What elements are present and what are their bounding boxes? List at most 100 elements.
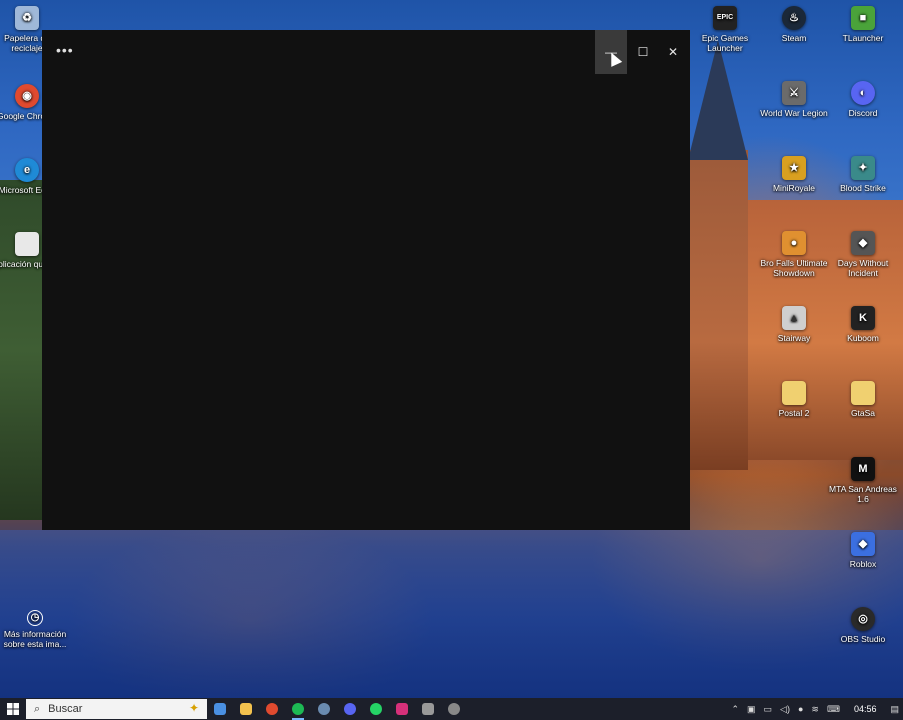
desktop-icon-gtasa[interactable]: GtaSa [828,381,898,418]
taskbar-spotify[interactable] [285,698,311,720]
desktop-icon-tlauncher[interactable]: ■ TLauncher [828,6,898,43]
discord-icon: ◐ [851,81,875,105]
wallpaper-water [0,530,903,698]
desktop-icon-obs-studio[interactable]: ◎ OBS Studio [828,607,898,644]
edge-icon: e [15,158,39,182]
recycle-bin-icon: ♻ [15,6,39,30]
desktop-icon-label: Kuboom [847,333,879,343]
kuboom-icon: K [851,306,875,330]
taskbar-search-box[interactable]: ⌕ Buscar ✦ [26,699,207,719]
tlauncher-icon: ■ [851,6,875,30]
taskbar-instagram[interactable] [389,698,415,720]
windows-logo-icon [7,703,19,715]
steam-icon [318,703,330,715]
stairway-icon: ▲ [782,306,806,330]
wallpaper-tower [688,150,748,470]
taskbar-obs[interactable] [441,698,467,720]
file-icon [782,381,806,405]
chevron-up-icon[interactable]: ⌃ [731,704,739,715]
desktop-icon-label: Stairway [777,333,811,343]
desktop-icon-roblox[interactable]: ◆ Roblox [828,532,898,569]
network-icon[interactable]: ▣ [747,704,756,715]
desktop-icon-label: MTA San Andreas 1.6 [829,484,897,504]
microphone-icon[interactable]: ● [798,704,803,714]
taskbar-whatsapp[interactable] [363,698,389,720]
blank-file-icon [15,232,39,256]
chrome-icon [266,703,278,715]
obs-icon [448,703,460,715]
desktop-icon-world-war-legion[interactable]: ⚔ World War Legion [759,81,829,118]
taskbar-discord[interactable] [337,698,363,720]
desktop-icon-label: Steam [781,33,807,43]
desktop-icon-label: Postal 2 [778,408,810,418]
desktop-icon-days-without-incident[interactable]: ◆ Days Without Incident [828,231,898,278]
task-view-icon [214,703,226,715]
desktop-icon-bro-falls[interactable]: ● Bro Falls Ultimate Showdown [759,231,829,278]
instagram-icon [396,703,408,715]
desktop-icon-discord[interactable]: ◐ Discord [828,81,898,118]
world-war-legion-icon: ⚔ [782,81,806,105]
more-options-icon[interactable]: ••• [56,42,74,58]
file-icon [851,381,875,405]
desktop-icon-epic-games-launcher[interactable]: EPIC Epic Games Launcher [690,6,760,53]
wifi-icon[interactable]: ≋ [811,704,819,715]
wallpaper-tower-roof [688,40,748,160]
desktop-icon-label: World War Legion [760,108,828,118]
desktop-icon-label: OBS Studio [840,634,886,644]
desktop-icon-label: Days Without Incident [837,258,889,278]
mta-icon: M [851,457,875,481]
taskbar-chrome[interactable] [259,698,285,720]
discord-icon [344,703,356,715]
obs-icon: ◎ [851,607,875,631]
whatsapp-icon [370,703,382,715]
desktop-icon-label: MiniRoyale [772,183,816,193]
miniroyale-icon: ★ [782,156,806,180]
search-icon: ⌕ [34,702,41,715]
spotlight-label: Más información sobre esta ima... [3,629,67,649]
start-button[interactable] [0,698,26,720]
blood-strike-icon: ✦ [851,156,875,180]
folder-icon [240,703,252,715]
steam-icon: ♨ [782,6,806,30]
desktop-icon-stairway[interactable]: ▲ Stairway [759,306,829,343]
taskbar: ⌕ Buscar ✦ ⌃ ▣ ▭ ◁) ● ≋ ⌨ 04:56 ▤ [0,698,903,720]
system-tray: ⌃ ▣ ▭ ◁) ● ≋ ⌨ 04:56 ▤ [727,698,903,720]
desktop-icon-blood-strike[interactable]: ✦ Blood Strike [828,156,898,193]
wallpaper-trees [0,180,48,520]
bro-falls-icon: ● [782,231,806,255]
close-button[interactable]: ✕ [657,30,689,74]
desktop-icon-label: GtaSa [850,408,876,418]
desktop-icon-label: Bro Falls Ultimate Showdown [760,258,828,278]
desktop-icon-kuboom[interactable]: K Kuboom [828,306,898,343]
desktop-icon-steam[interactable]: ♨ Steam [759,6,829,43]
maximize-button[interactable]: ☐ [627,30,659,74]
desktop-icon-label: Epic Games Launcher [701,33,749,53]
desktop-icon-label: Discord [848,108,878,118]
clock[interactable]: 04:56 [854,704,877,714]
desktop-icon-label: TLauncher [842,33,884,43]
spotify-icon [292,703,304,715]
taskbar-epic-games[interactable] [415,698,441,720]
taskbar-file-explorer[interactable] [233,698,259,720]
notifications-icon[interactable]: ▤ [890,704,899,715]
keyboard-icon[interactable]: ⌨ [827,704,840,715]
app-window[interactable]: ••• — ☐ ✕ [42,30,690,530]
desktop-icon-postal-2[interactable]: Postal 2 [759,381,829,418]
days-without-incident-icon: ◆ [851,231,875,255]
roblox-icon: ◆ [851,532,875,556]
spotlight-info[interactable]: ◷ Más información sobre esta ima... [0,610,70,649]
camera-icon: ◷ [27,610,43,626]
taskbar-task-view[interactable] [207,698,233,720]
taskbar-steam[interactable] [311,698,337,720]
epic-games-icon [422,703,434,715]
copilot-spark-icon: ✦ [188,701,199,715]
desktop-icon-label: Roblox [849,559,877,569]
battery-icon[interactable]: ▭ [764,704,773,715]
volume-icon[interactable]: ◁) [780,704,790,715]
desktop-icon-label: Blood Strike [840,183,886,193]
desktop-icon-miniroyale[interactable]: ★ MiniRoyale [759,156,829,193]
search-placeholder: Buscar [48,703,83,715]
chrome-icon: ◉ [15,84,39,108]
epic-games-icon: EPIC [713,6,737,30]
desktop-icon-mta-san-andreas[interactable]: M MTA San Andreas 1.6 [828,457,898,504]
